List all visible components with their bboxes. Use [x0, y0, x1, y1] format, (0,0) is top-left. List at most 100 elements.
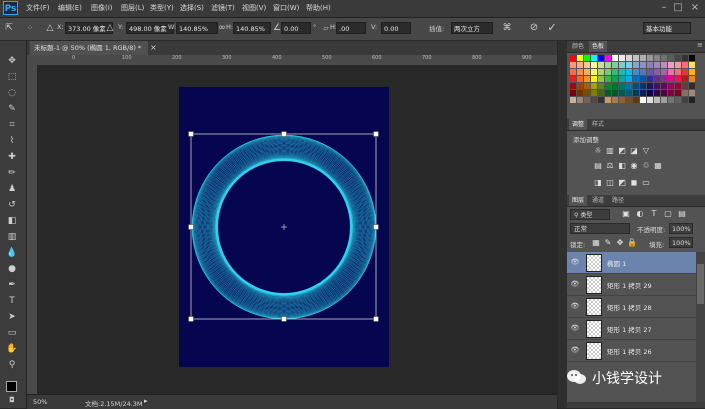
blend-mode-select[interactable]: 正常 [570, 223, 630, 234]
color-swatch[interactable] [570, 90, 576, 96]
quick-select-tool-icon[interactable]: ✎ [4, 102, 20, 116]
tab-paths[interactable]: 路径 [609, 195, 627, 206]
color-swatch[interactable] [675, 90, 681, 96]
shape-tool-icon[interactable]: ▭ [4, 326, 20, 340]
color-swatch[interactable] [626, 76, 632, 82]
pen-tool-icon[interactable]: ✒ [4, 278, 20, 292]
color-swatch[interactable] [619, 97, 625, 103]
color-swatch[interactable] [577, 97, 583, 103]
path-select-tool-icon[interactable]: ➤ [4, 310, 20, 324]
layer-row[interactable]: 👁 矩形 1 拷贝 28 [567, 296, 696, 318]
color-swatch[interactable] [605, 90, 611, 96]
blur-tool-icon[interactable]: 💧 [4, 246, 20, 260]
color-swatch[interactable] [640, 97, 646, 103]
color-swatch[interactable] [689, 76, 695, 82]
color-swatch[interactable] [689, 55, 695, 61]
color-swatch[interactable] [682, 76, 688, 82]
tab-channels[interactable]: 通道 [589, 195, 607, 206]
color-swatch[interactable] [661, 76, 667, 82]
visibility-eye-icon[interactable]: 👁 [570, 324, 580, 332]
color-swatch[interactable] [626, 83, 632, 89]
layer-row[interactable]: 👁 矩形 1 拷贝 27 [567, 318, 696, 340]
color-swatch[interactable] [626, 69, 632, 75]
angle-input[interactable]: 0.00 [281, 22, 311, 34]
menu-help[interactable]: 帮助(H) [306, 3, 331, 13]
filter-shape-icon[interactable]: ▢ [663, 209, 673, 219]
menu-type[interactable]: 类型(Y) [150, 3, 174, 13]
color-swatch[interactable] [689, 83, 695, 89]
color-swatch[interactable] [584, 62, 590, 68]
fill-input[interactable]: 100% [669, 237, 693, 248]
menu-window[interactable]: 窗口(W) [273, 3, 299, 13]
status-arrow-icon[interactable]: ▸ [144, 397, 148, 405]
crop-tool-icon[interactable]: ⌗ [4, 118, 20, 132]
healing-brush-tool-icon[interactable]: ✚ [4, 150, 20, 164]
color-swatch[interactable] [619, 90, 625, 96]
color-swatch[interactable] [675, 55, 681, 61]
menu-layer[interactable]: 图层(L) [121, 3, 144, 13]
color-swatch[interactable] [612, 62, 618, 68]
color-swatch[interactable] [570, 69, 576, 75]
commit-transform-icon[interactable]: ✓ [546, 22, 558, 34]
lock-all-icon[interactable]: 🔒 [627, 238, 637, 248]
color-swatch[interactable] [668, 83, 674, 89]
color-swatch[interactable] [682, 90, 688, 96]
menu-view[interactable]: 视图(V) [242, 3, 266, 13]
brush-tool-icon[interactable]: ✏ [4, 166, 20, 180]
gradient-tool-icon[interactable]: ▥ [4, 230, 20, 244]
color-swatch[interactable] [577, 69, 583, 75]
color-swatch[interactable] [647, 83, 653, 89]
reference-point-icon[interactable]: ⁘ [24, 22, 36, 34]
color-swatch[interactable] [570, 62, 576, 68]
color-swatch[interactable] [598, 90, 604, 96]
color-swatch[interactable] [647, 55, 653, 61]
foreground-color-swatch[interactable] [6, 381, 17, 392]
color-swatch[interactable] [591, 83, 597, 89]
color-swatch[interactable] [626, 55, 632, 61]
filter-adjust-icon[interactable]: ◐ [635, 209, 645, 219]
color-swatch[interactable] [605, 97, 611, 103]
color-swatch[interactable] [570, 83, 576, 89]
tab-styles[interactable]: 样式 [589, 119, 607, 130]
color-swatch[interactable] [591, 55, 597, 61]
v-skew-input[interactable]: 0.00 [381, 22, 411, 34]
color-swatch[interactable] [605, 76, 611, 82]
zoom-level[interactable]: 50% [33, 398, 47, 406]
color-swatch[interactable] [682, 97, 688, 103]
color-swatch[interactable] [689, 90, 695, 96]
brightness-icon[interactable]: ☼ [593, 146, 603, 156]
color-swatch[interactable] [668, 55, 674, 61]
color-swatch[interactable] [654, 62, 660, 68]
filter-smart-icon[interactable]: ▤ [677, 209, 687, 219]
color-swatch[interactable] [633, 90, 639, 96]
visibility-eye-icon[interactable]: 👁 [570, 280, 580, 288]
color-swatch[interactable] [675, 97, 681, 103]
color-swatch[interactable] [682, 83, 688, 89]
color-swatch[interactable] [633, 62, 639, 68]
quick-mask-icon[interactable]: ◘ [4, 393, 20, 407]
hand-tool-icon[interactable]: ✋ [4, 342, 20, 356]
color-swatch[interactable] [591, 76, 597, 82]
zoom-tool-icon[interactable]: ⚲ [4, 358, 20, 372]
color-swatch[interactable] [640, 83, 646, 89]
color-swatch[interactable] [633, 83, 639, 89]
color-swatch[interactable] [619, 76, 625, 82]
opacity-input[interactable]: 100% [669, 223, 693, 234]
color-swatch[interactable] [668, 76, 674, 82]
color-swatch[interactable] [612, 97, 618, 103]
layer-row[interactable]: 👁 矩形 1 拷贝 29 [567, 274, 696, 296]
visibility-eye-icon[interactable]: 👁 [570, 302, 580, 310]
color-swatch[interactable] [661, 62, 667, 68]
color-swatch[interactable] [654, 76, 660, 82]
color-swatch[interactable] [633, 55, 639, 61]
color-swatch[interactable] [584, 83, 590, 89]
menu-file[interactable]: 文件(F) [26, 3, 50, 13]
clone-stamp-tool-icon[interactable]: ♟ [4, 182, 20, 196]
width-input[interactable]: 140.85% [176, 22, 218, 34]
layer-row[interactable]: 👁 椭圆 1 [567, 252, 696, 274]
color-swatch[interactable] [612, 69, 618, 75]
menu-select[interactable]: 选择(S) [180, 3, 204, 13]
color-swatch[interactable] [675, 76, 681, 82]
move-tool-icon[interactable]: ✥ [4, 54, 20, 68]
color-swatch[interactable] [591, 69, 597, 75]
